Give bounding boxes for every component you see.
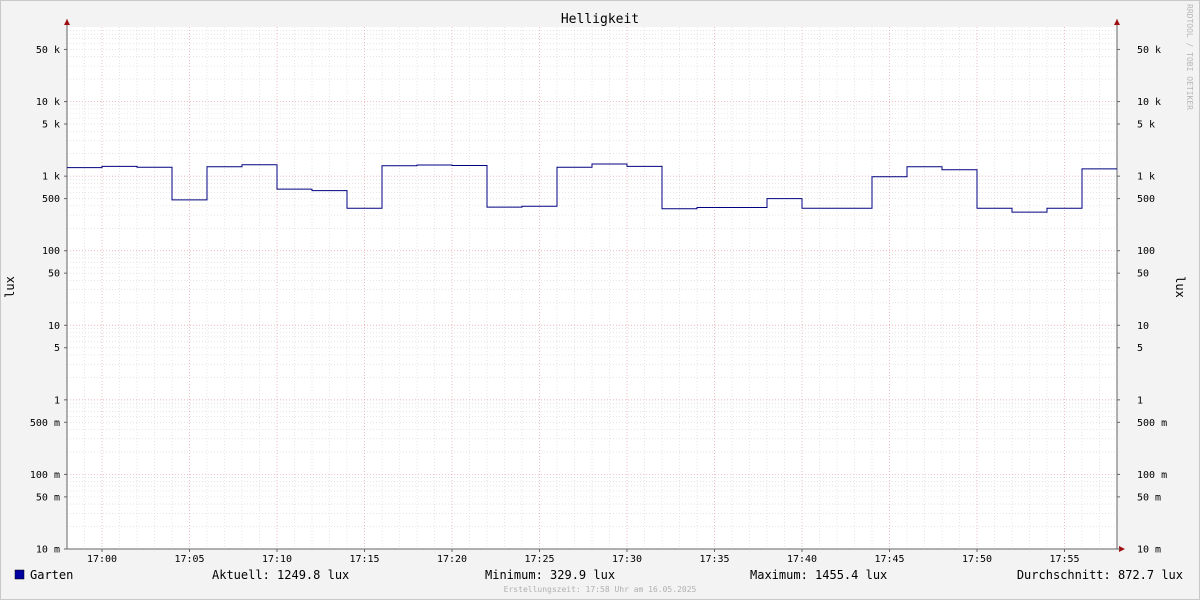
y-tick-label-left: 10 m — [36, 545, 60, 556]
x-tick-label: 17:10 — [262, 554, 292, 565]
x-tick-label: 17:35 — [699, 554, 729, 565]
footer-timestamp: Erstellungszeit: 17:58 Uhr am 16.05.2025 — [504, 585, 697, 594]
y-tick-label-left: 50 m — [36, 492, 60, 503]
x-tick-label: 17:50 — [962, 554, 992, 565]
y-tick-label-right: 1 k — [1137, 172, 1155, 183]
x-tick-label: 17:55 — [1049, 554, 1079, 565]
legend-minimum: Minimum: 329.9 lux — [485, 568, 615, 582]
legend-swatch — [14, 569, 25, 580]
y-tick-label-left: 10 k — [36, 97, 60, 108]
y-tick-label-right: 500 — [1137, 194, 1155, 205]
y-tick-label-right: 50 k — [1137, 45, 1161, 56]
y-tick-label-left: 100 — [42, 246, 60, 257]
chart-svg: 10 m 50 m 100 m 500 m 1 5 10 50 100 500 1 k 5 k 10 k… — [0, 0, 1200, 600]
y-tick-label-right: 1 — [1137, 395, 1143, 406]
x-tick-label: 17:20 — [437, 554, 467, 565]
watermark: RRDTOOL / TOBI OETIKER — [1185, 4, 1194, 110]
chart-title: Helligkeit — [561, 12, 639, 27]
y-tick-label-left: 1 — [54, 395, 60, 406]
y-tick-label-right: 100 — [1137, 246, 1155, 257]
y-axis-label-right: lux — [1173, 276, 1187, 298]
y-tick-label-left: 5 k — [42, 120, 60, 131]
legend-current: Aktuell: 1249.8 lux — [212, 568, 349, 582]
y-tick-label-left: 5 — [54, 343, 60, 354]
x-tick-label: 17:15 — [349, 554, 379, 565]
legend-maximum: Maximum: 1455.4 lux — [750, 568, 887, 582]
legend-average: Durchschnitt: 872.7 lux — [1017, 568, 1183, 582]
y-tick-label-right: 10 — [1137, 321, 1149, 332]
y-tick-label-left: 50 — [48, 269, 60, 280]
chart-root: 10 m 50 m 100 m 500 m 1 5 10 50 100 500 1 k 5 k 10 k… — [0, 0, 1200, 600]
y-tick-label-right: 10 k — [1137, 97, 1161, 108]
y-tick-label-left: 1 k — [42, 172, 60, 183]
y-tick-label-left: 500 — [42, 194, 60, 205]
x-tick-label: 17:25 — [524, 554, 554, 565]
y-tick-label-right: 500 m — [1137, 418, 1167, 429]
y-tick-label-right: 100 m — [1137, 470, 1167, 481]
x-tick-label: 17:30 — [612, 554, 642, 565]
x-tick-label: 17:40 — [787, 554, 817, 565]
y-tick-label-left: 10 — [48, 321, 60, 332]
y-tick-label-right: 5 — [1137, 343, 1143, 354]
y-tick-label-left: 50 k — [36, 45, 60, 56]
y-tick-label-right: 50 — [1137, 269, 1149, 280]
x-tick-label: 17:05 — [174, 554, 204, 565]
y-tick-label-left: 100 m — [30, 470, 60, 481]
y-axis-label-left: lux — [3, 276, 17, 298]
x-tick-label: 17:00 — [87, 554, 117, 565]
legend-series-name: Garten — [30, 568, 73, 582]
y-tick-label-right: 10 m — [1137, 545, 1161, 556]
y-tick-label-left: 500 m — [30, 418, 60, 429]
x-tick-label: 17:45 — [874, 554, 904, 565]
y-tick-label-right: 50 m — [1137, 492, 1161, 503]
y-tick-label-right: 5 k — [1137, 120, 1155, 131]
